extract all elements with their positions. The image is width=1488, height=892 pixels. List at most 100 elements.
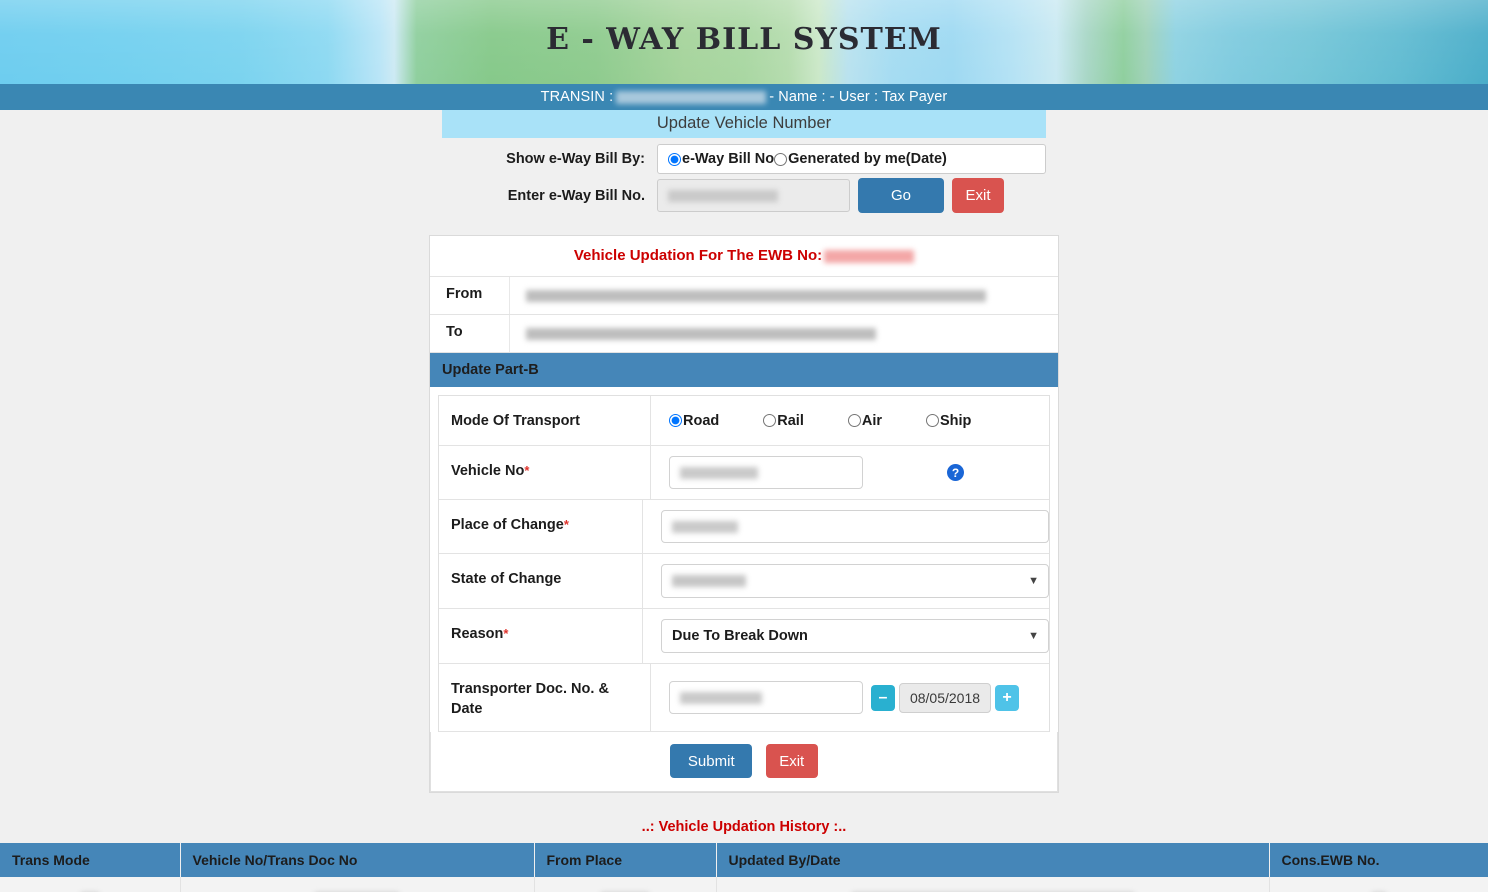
state-of-change-value-redacted <box>672 575 746 587</box>
reason-row: Reason* Due To Break Down ▼ <box>439 609 1049 664</box>
transporter-doc-label-line2: Date <box>451 701 483 717</box>
user-label: - User : Tax Payer <box>829 89 948 105</box>
ewb-heading: Vehicle Updation For The EWB No: <box>430 236 1058 277</box>
mode-radio-air[interactable]: Air <box>847 412 882 429</box>
cell-trans-mode <box>0 877 181 892</box>
place-of-change-field <box>643 500 1049 553</box>
chevron-down-icon: ▼ <box>1028 575 1039 587</box>
mode-radio-road-label: Road <box>683 412 720 429</box>
vehicle-no-required-marker: * <box>524 463 530 478</box>
col-cons-ewb-no: Cons.EWB No. <box>1269 843 1488 877</box>
update-part-b-header: Update Part-B <box>430 353 1058 387</box>
page-body: Update Vehicle Number Show e-Way Bill By… <box>0 110 1488 892</box>
page-title: E - WAY BILL SYSTEM <box>546 22 942 57</box>
form-actions: Submit Exit <box>430 732 1058 792</box>
ewb-number-input[interactable] <box>657 179 850 212</box>
transin-bar: TRANSIN : - Name : - User : Tax Payer <box>0 84 1488 110</box>
to-value-redacted <box>526 327 876 340</box>
col-updated-by-date: Updated By/Date <box>716 843 1270 877</box>
lookup-form: Show e-Way Bill By: e-Way Bill No Genera… <box>442 138 1046 213</box>
date-decrement-button[interactable]: – <box>871 684 895 711</box>
table-row <box>0 877 1488 892</box>
mode-radio-rail-label: Rail <box>777 412 804 429</box>
vehicle-updation-history-table: Trans Mode Vehicle No/Trans Doc No From … <box>0 843 1488 892</box>
doc-date-input[interactable]: 08/05/2018 <box>899 682 991 713</box>
mode-radio-air-input[interactable] <box>847 414 861 427</box>
to-value <box>510 315 1058 352</box>
date-increment-button[interactable]: + <box>995 684 1019 711</box>
radio-ewb-no-label: e-Way Bill No <box>682 151 775 167</box>
mode-radio-ship[interactable]: Ship <box>926 413 971 429</box>
radio-generated-by-me-input[interactable] <box>774 152 788 166</box>
state-of-change-select[interactable]: ▼ <box>661 564 1049 598</box>
radio-generated-by-me-label: Generated by me(Date) <box>788 151 947 167</box>
chevron-down-icon: ▼ <box>1028 630 1039 642</box>
col-vehicle-no: Vehicle No/Trans Doc No <box>180 843 535 877</box>
place-of-change-label-text: Place of Change <box>451 517 564 533</box>
submit-button[interactable]: Submit <box>670 744 753 778</box>
mode-radio-air-label: Air <box>861 412 882 429</box>
transporter-doc-label-line1: Transporter Doc. No. & <box>451 681 609 697</box>
transin-value-redacted <box>616 90 767 104</box>
cell-updated-by-date <box>716 877 1270 892</box>
table-header-row: Trans Mode Vehicle No/Trans Doc No From … <box>0 843 1488 877</box>
ewb-heading-text: Vehicle Updation For The EWB No: <box>573 247 823 264</box>
help-icon[interactable]: ? <box>947 464 964 481</box>
state-of-change-row: State of Change ▼ <box>439 554 1049 609</box>
mode-radio-rail[interactable]: Rail <box>763 413 804 429</box>
exit-button-form[interactable]: Exit <box>765 744 818 778</box>
vehicle-no-input[interactable] <box>669 456 863 489</box>
from-value <box>510 277 1058 314</box>
mode-radio-rail-input[interactable] <box>763 414 777 427</box>
name-label: - Name : <box>769 89 826 105</box>
reason-selected-value: Due To Break Down <box>672 628 808 644</box>
history-title: ..: Vehicle Updation History :.. <box>641 819 847 835</box>
place-of-change-row: Place of Change* <box>439 500 1049 554</box>
reason-field: Due To Break Down ▼ <box>643 609 1049 663</box>
from-value-redacted <box>526 289 986 302</box>
enter-bill-row: Enter e-Way Bill No. Go Exit <box>442 178 1046 213</box>
mode-radio-group: Road Rail Air Ship <box>669 413 971 429</box>
transporter-doc-no-input[interactable] <box>669 681 863 714</box>
transin-label: TRANSIN : <box>540 89 614 105</box>
place-of-change-input[interactable] <box>661 510 1049 543</box>
state-of-change-field: ▼ <box>643 554 1049 608</box>
mode-radio-road-input[interactable] <box>669 414 682 427</box>
transporter-doc-field: – 08/05/2018 + <box>651 664 1049 731</box>
enter-bill-label: Enter e-Way Bill No. <box>507 187 645 204</box>
mode-radio-ship-label: Ship <box>940 412 972 429</box>
transporter-doc-row: Transporter Doc. No. & Date – 08/05/2018… <box>439 664 1049 732</box>
from-row: From <box>430 277 1058 315</box>
place-of-change-label: Place of Change* <box>439 500 643 553</box>
mode-radio-road[interactable]: Road <box>669 413 719 429</box>
part-b-form: Mode Of Transport Road Rail Air Ship Veh… <box>438 395 1050 732</box>
vehicle-no-field: ? <box>651 446 1049 499</box>
radio-ewb-no[interactable]: e-Way Bill No <box>668 151 774 167</box>
exit-button-top[interactable]: Exit <box>952 178 1004 213</box>
col-from-place: From Place <box>534 843 717 877</box>
transporter-doc-label: Transporter Doc. No. & Date <box>439 664 651 731</box>
ewb-heading-number-redacted <box>824 249 915 263</box>
show-by-row: Show e-Way Bill By: e-Way Bill No Genera… <box>442 144 1046 174</box>
radio-ewb-no-input[interactable] <box>668 152 681 166</box>
app-banner: E - WAY BILL SYSTEM <box>0 0 1488 84</box>
show-by-label: Show e-Way Bill By: <box>506 151 645 167</box>
mode-radio-ship-input[interactable] <box>926 414 939 427</box>
to-label: To <box>430 315 510 352</box>
col-trans-mode: Trans Mode <box>0 843 181 877</box>
transporter-doc-no-value-redacted <box>680 692 762 704</box>
radio-generated-by-me[interactable]: Generated by me(Date) <box>774 151 947 167</box>
reason-select[interactable]: Due To Break Down ▼ <box>661 619 1049 653</box>
reason-label: Reason* <box>439 609 643 663</box>
vehicle-no-label: Vehicle No* <box>439 446 651 499</box>
reason-label-text: Reason <box>451 626 504 642</box>
go-button[interactable]: Go <box>858 178 944 213</box>
section-title: Update Vehicle Number <box>442 110 1046 138</box>
lookup-panel: Update Vehicle Number Show e-Way Bill By… <box>442 110 1046 213</box>
mode-of-transport-label: Mode Of Transport <box>439 396 651 445</box>
from-label: From <box>430 277 510 314</box>
cell-cons-ewb-no <box>1269 877 1488 892</box>
state-of-change-label: State of Change <box>439 554 643 608</box>
mode-of-transport-row: Mode Of Transport Road Rail Air Ship <box>439 396 1049 446</box>
to-row: To <box>430 315 1058 353</box>
